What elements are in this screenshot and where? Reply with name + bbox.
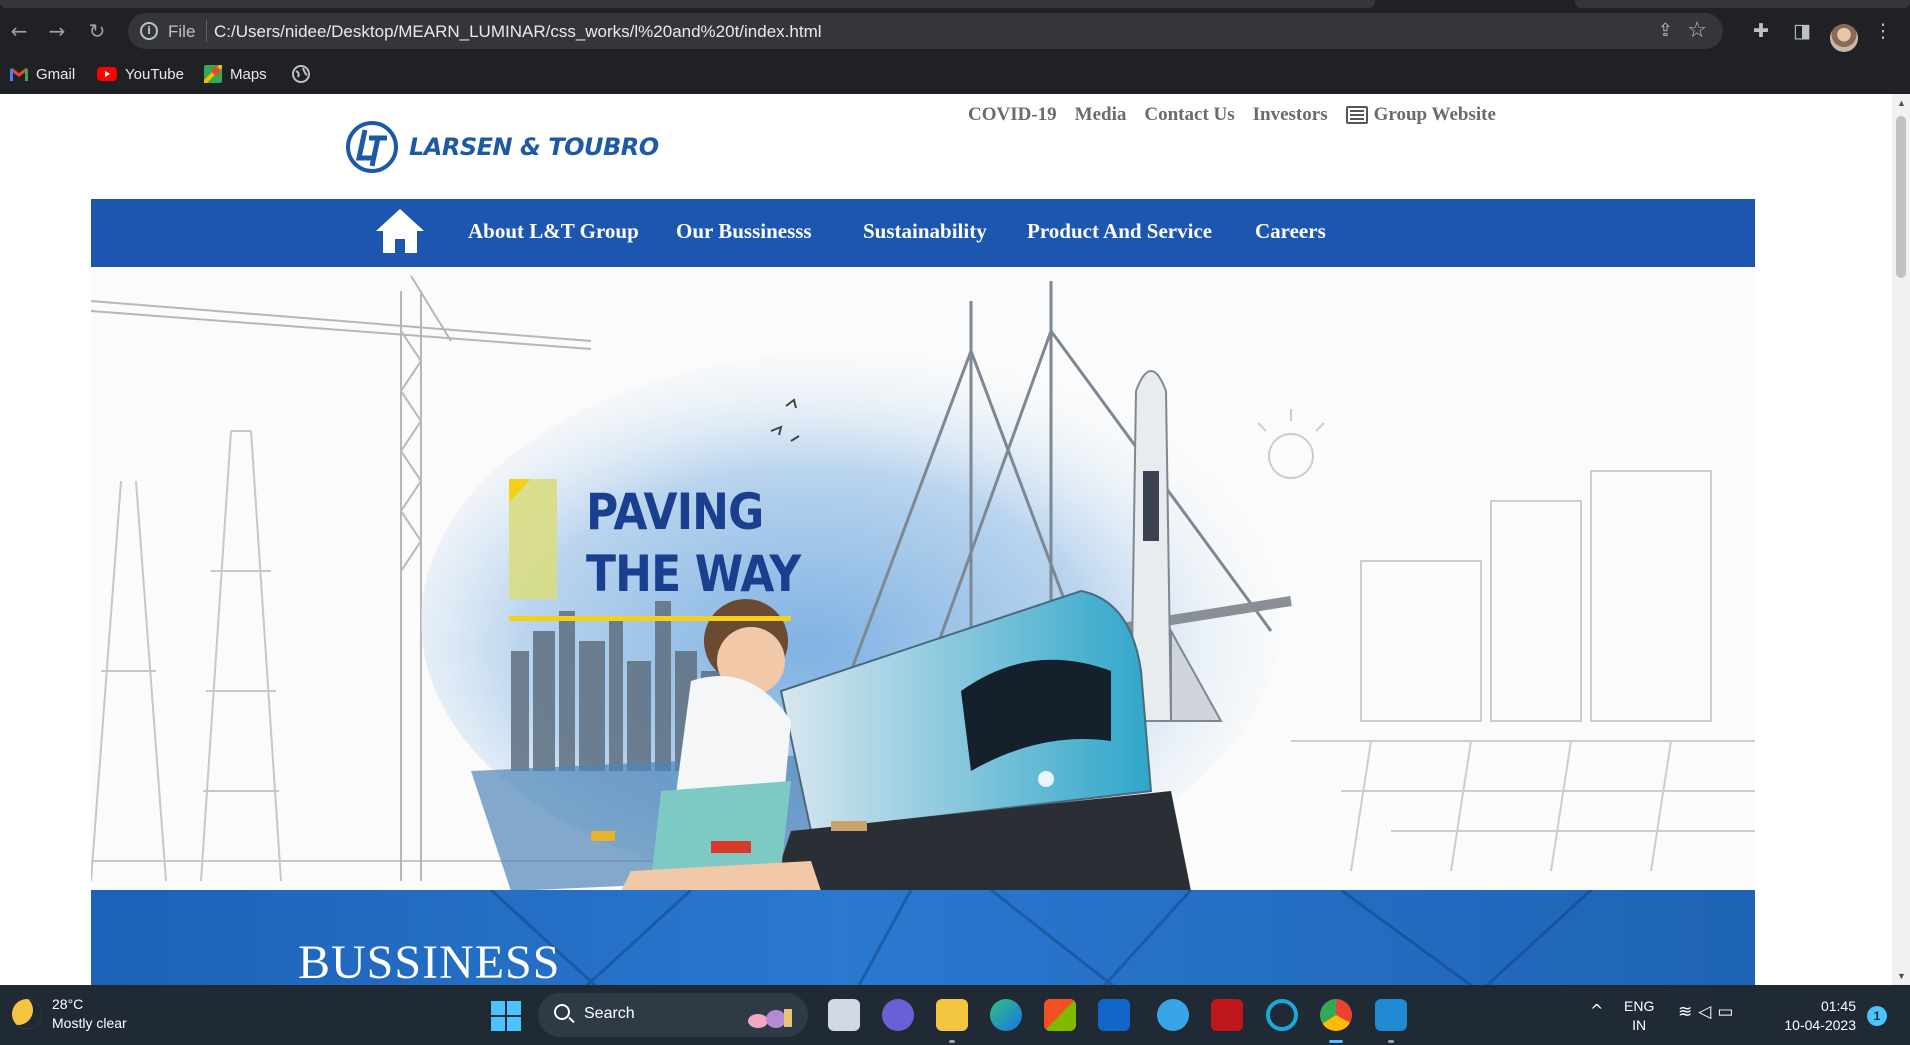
running-indicator [1388, 1040, 1394, 1043]
search-highlight-icon [748, 1009, 792, 1028]
task-view-icon[interactable] [828, 999, 860, 1031]
teams-icon[interactable] [882, 999, 914, 1031]
help-icon[interactable] [1157, 999, 1189, 1031]
bookmark-globe[interactable] [292, 62, 310, 86]
tab-strip [0, 0, 1910, 8]
search-label: Search [584, 1005, 635, 1022]
nav-careers[interactable]: Careers [1255, 219, 1326, 244]
extensions-icon[interactable]: ✚ [1748, 18, 1774, 44]
main-nav: About L&T Group Our Bussinesss Sustainab… [91, 199, 1755, 267]
bookmark-maps[interactable]: Maps [204, 62, 267, 86]
group-website-label: Group Website [1373, 104, 1496, 125]
active-indicator [1329, 1040, 1343, 1043]
chrome-icon[interactable] [1320, 999, 1352, 1031]
youtube-icon [97, 67, 117, 81]
myhp-icon[interactable] [1098, 999, 1130, 1031]
weather-widget[interactable]: 28°C Mostly clear [12, 995, 127, 1033]
vscode-icon[interactable] [1375, 999, 1407, 1031]
hero-illustration [91, 275, 1755, 891]
business-section: BUSSINESS [91, 890, 1755, 985]
lang-code: ENG [1624, 998, 1655, 1014]
address-bar[interactable]: i File C:/Users/nidee/Desktop/MEARN_LUMI… [128, 13, 1723, 49]
bookmark-gmail[interactable]: Gmail [10, 62, 75, 86]
link-media[interactable]: Media [1075, 104, 1127, 126]
hero-title: PAVING THE WAY [586, 481, 801, 605]
link-investors[interactable]: Investors [1253, 104, 1328, 126]
weather-condition: Mostly clear [52, 1015, 127, 1031]
clock[interactable]: 01:45 10-04-2023 [1776, 997, 1856, 1035]
reload-icon[interactable]: ↻ [84, 18, 110, 44]
search-icon [554, 1004, 570, 1020]
store-icon[interactable] [1044, 999, 1076, 1031]
alexa-icon[interactable] [1266, 999, 1298, 1031]
bookmark-label: YouTube [125, 65, 184, 83]
forward-icon[interactable]: → [44, 18, 70, 44]
logo-text: LARSEN & TOUBRO [409, 133, 659, 161]
gmail-icon [10, 67, 28, 81]
home-icon[interactable] [374, 207, 426, 255]
scroll-up-icon[interactable]: ▲ [1897, 98, 1906, 108]
omnibox-separator [206, 20, 207, 42]
hero-line1: PAVING [586, 483, 764, 541]
maps-icon [204, 65, 222, 83]
taskbar-search[interactable]: Search [538, 993, 808, 1037]
sidepanel-icon[interactable]: ◨ [1789, 18, 1815, 44]
nav-sustainability[interactable]: Sustainability [863, 219, 987, 244]
mcafee-icon[interactable] [1211, 999, 1243, 1031]
hero-banner: PAVING THE WAY [91, 271, 1755, 891]
bookmarks-bar: Gmail YouTube Maps [0, 54, 1910, 94]
top-links: COVID-19 Media Contact Us Investors Grou… [968, 104, 1496, 126]
star-icon[interactable]: ☆ [1687, 18, 1707, 43]
menu-icon[interactable]: ⋮ [1870, 18, 1896, 44]
accent-underline [509, 616, 791, 621]
clock-date: 10-04-2023 [1784, 1017, 1856, 1033]
url-text[interactable]: C:/Users/nidee/Desktop/MEARN_LUMINAR/css… [214, 22, 822, 42]
scrollbar-thumb[interactable] [1896, 116, 1906, 278]
share-icon[interactable]: ⇪ [1658, 20, 1673, 41]
tab-other[interactable] [1575, 0, 1910, 8]
lt-logo[interactable]: LARSEN & TOUBRO [345, 120, 659, 174]
list-icon [1345, 106, 1368, 124]
link-group-website[interactable]: Group Website [1345, 104, 1496, 126]
browser-chrome: ← → ↻ i File C:/Users/nidee/Desktop/MEAR… [0, 0, 1910, 94]
running-indicator [949, 1040, 955, 1043]
nav-business[interactable]: Our Bussinesss [676, 219, 812, 244]
profile-avatar[interactable] [1830, 24, 1858, 52]
network-volume-battery-icons[interactable]: ≋◁▭ [1678, 1002, 1739, 1022]
windows-taskbar: 28°C Mostly clear Search ^ ENG IN ≋◁▭ 01… [0, 985, 1910, 1045]
tab-active[interactable] [0, 0, 1375, 8]
temperature: 28°C [52, 996, 84, 1012]
accent-block [509, 479, 557, 599]
link-covid[interactable]: COVID-19 [968, 104, 1057, 126]
windows-start-icon[interactable] [491, 1001, 521, 1031]
page-scrollbar[interactable]: ▲ ▼ [1892, 94, 1910, 985]
language-indicator[interactable]: ENG IN [1624, 997, 1654, 1035]
chevron-up-icon[interactable]: ^ [1590, 1001, 1603, 1020]
hero-line2: THE WAY [586, 545, 801, 603]
nav-about[interactable]: About L&T Group [468, 219, 639, 244]
page-viewport: LARSEN & TOUBRO COVID-19 Media Contact U… [0, 94, 1892, 985]
browser-toolbar: ← → ↻ i File C:/Users/nidee/Desktop/MEAR… [0, 8, 1910, 54]
link-contact[interactable]: Contact Us [1144, 104, 1234, 126]
edge-icon[interactable] [990, 999, 1022, 1031]
moon-icon [12, 999, 42, 1029]
lang-region: IN [1632, 1017, 1647, 1033]
lt-logo-icon [346, 121, 398, 173]
weather-text: 28°C Mostly clear [52, 995, 127, 1033]
url-scheme: File [168, 22, 196, 41]
bookmark-label: Maps [230, 65, 267, 83]
info-icon[interactable]: i [140, 22, 158, 40]
factory-sketch [1257, 409, 1755, 872]
file-explorer-icon[interactable] [936, 999, 968, 1031]
back-icon[interactable]: ← [6, 18, 32, 44]
globe-icon [292, 65, 310, 83]
scroll-down-icon[interactable]: ▼ [1897, 971, 1906, 981]
notification-badge[interactable]: 1 [1867, 1006, 1887, 1026]
bookmark-label: Gmail [36, 65, 76, 83]
clock-time: 01:45 [1820, 998, 1856, 1014]
nav-products[interactable]: Product And Service [1027, 219, 1212, 244]
bookmark-youtube[interactable]: YouTube [97, 62, 184, 86]
section-title: BUSSINESS [298, 936, 561, 985]
system-tray: ^ ENG IN ≋◁▭ 01:45 10-04-2023 1 [1580, 995, 1910, 1035]
